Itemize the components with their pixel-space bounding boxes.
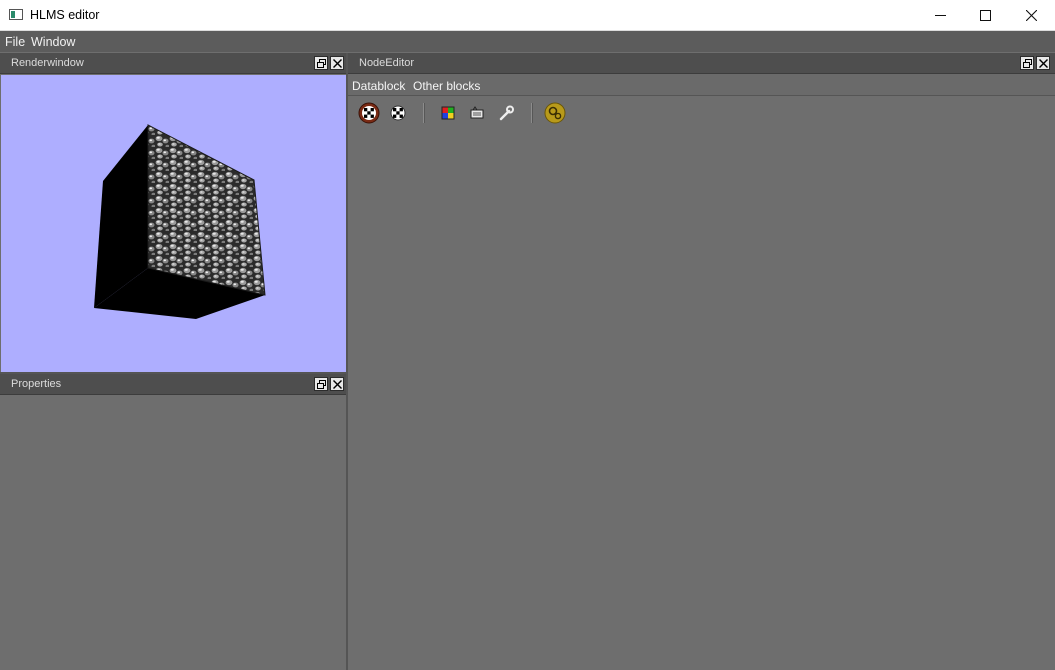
wrench-icon	[499, 105, 514, 121]
node-editor-title: NodeEditor	[359, 57, 415, 69]
toolbar-separator	[531, 103, 533, 123]
node-editor-close-button[interactable]	[1036, 56, 1050, 70]
close-icon	[1025, 9, 1037, 21]
menu-other-blocks[interactable]: Other blocks	[413, 79, 480, 93]
menu-window[interactable]: Window	[31, 35, 75, 49]
properties-title: Properties	[11, 378, 62, 390]
properties-float-button[interactable]	[314, 377, 328, 391]
node-editor-header: NodeEditor	[348, 53, 1055, 74]
renderwindow-float-button[interactable]	[314, 56, 328, 70]
render-viewport[interactable]	[1, 75, 346, 372]
node-editor-menubar: Datablock Other blocks	[348, 74, 1055, 96]
texture-block-button[interactable]	[466, 102, 488, 124]
texture-block-icon	[470, 106, 484, 119]
pbs-datablock-button[interactable]	[358, 102, 380, 124]
unlit-datablock-button[interactable]	[387, 102, 409, 124]
close-icon	[1038, 58, 1048, 68]
node-editor-panel: NodeEditor Datablock Other blocks	[348, 53, 1055, 670]
float-icon	[1022, 58, 1032, 68]
node-editor-toolbar	[348, 97, 1055, 127]
minimize-icon	[934, 14, 946, 16]
maximize-icon	[979, 9, 991, 21]
window-title: HLMS editor	[30, 8, 100, 22]
close-icon	[332, 58, 342, 68]
menu-datablock[interactable]: Datablock	[352, 79, 405, 93]
window-titlebar: HLMS editor	[0, 0, 1055, 31]
properties-panel: Properties	[0, 374, 347, 670]
float-icon	[316, 58, 326, 68]
textured-cube	[94, 124, 266, 319]
minimize-button[interactable]	[917, 0, 963, 30]
float-icon	[316, 379, 326, 389]
renderwindow-panel: Renderwindow	[0, 53, 347, 372]
renderwindow-header: Renderwindow	[0, 53, 347, 74]
color-sampler-icon	[441, 106, 455, 120]
color-sampler-button[interactable]	[437, 102, 459, 124]
compile-button[interactable]	[544, 102, 566, 124]
close-icon	[332, 379, 342, 389]
menu-file[interactable]: File	[5, 35, 25, 49]
unlit-datablock-icon	[390, 105, 406, 121]
menubar: File Window	[0, 31, 1055, 52]
properties-header: Properties	[0, 374, 347, 395]
toolbar-separator	[423, 103, 425, 123]
maximize-button[interactable]	[962, 0, 1008, 30]
app-icon	[9, 9, 23, 20]
pbs-datablock-icon	[358, 102, 380, 124]
renderwindow-title: Renderwindow	[11, 57, 84, 69]
tool-button[interactable]	[495, 102, 517, 124]
node-editor-float-button[interactable]	[1020, 56, 1034, 70]
close-button[interactable]	[1008, 0, 1054, 30]
renderwindow-close-button[interactable]	[330, 56, 344, 70]
compile-gears-icon	[544, 102, 566, 124]
properties-close-button[interactable]	[330, 377, 344, 391]
